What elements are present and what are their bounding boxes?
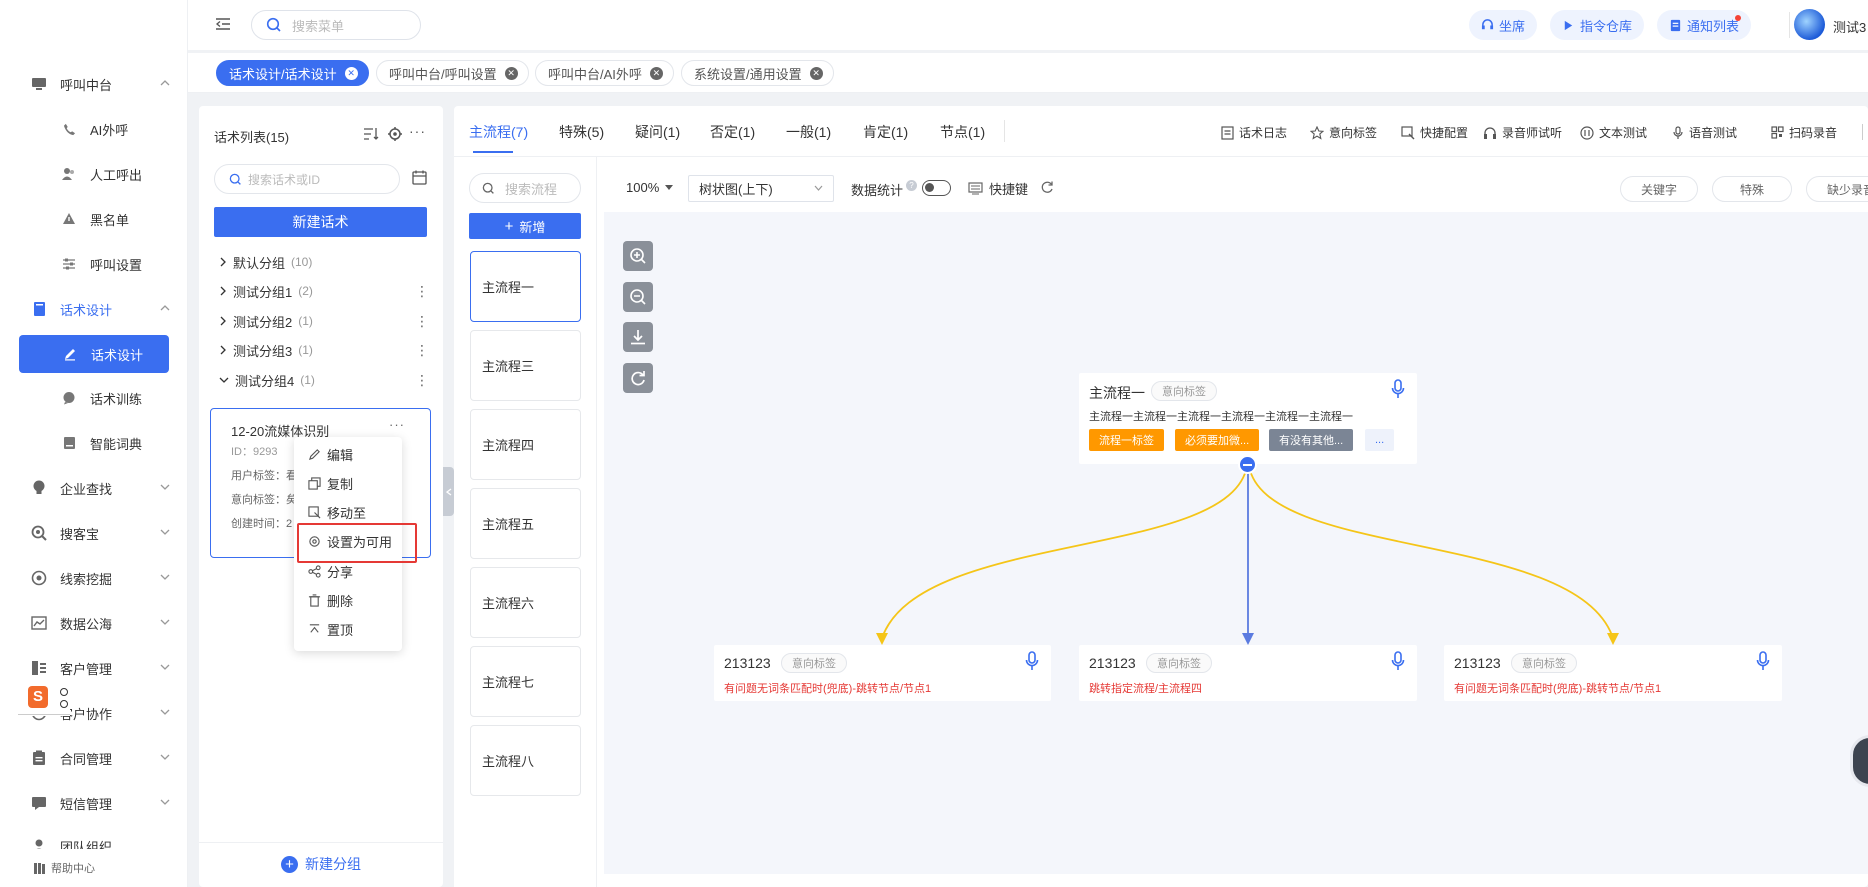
- label-chip: 流程一标签: [1089, 429, 1164, 451]
- minus-icon: [1243, 463, 1252, 466]
- arrow-head: [876, 633, 888, 645]
- flow-edges: [876, 465, 1619, 645]
- child-node[interactable]: 213123 意向标签 有问题无词条匹配时(兜底)-跳转节点/节点1: [1444, 645, 1782, 701]
- more-chip[interactable]: ...: [1365, 429, 1395, 451]
- microphone-icon[interactable]: [1756, 651, 1770, 671]
- intent-tag[interactable]: 意向标签: [781, 653, 847, 673]
- root-node[interactable]: 主流程一 意向标签 主流程一主流程一主流程一主流程一主流程一主流程一 流程一标签…: [1079, 373, 1417, 464]
- microphone-icon[interactable]: [1025, 651, 1039, 671]
- node-title: 主流程一: [1089, 385, 1145, 401]
- node-desc: 有问题无词条匹配时(兜底)-跳转节点/节点1: [1454, 683, 1662, 695]
- microphone-icon[interactable]: [1391, 651, 1405, 671]
- intent-tag[interactable]: 意向标签: [1151, 381, 1217, 401]
- intent-tag[interactable]: 意向标签: [1511, 653, 1577, 673]
- node-title: 213123: [724, 655, 771, 671]
- child-node[interactable]: 213123 意向标签 跳转指定流程/主流程四: [1079, 645, 1417, 701]
- collapse-node-button[interactable]: [1238, 455, 1257, 474]
- node-desc: 有问题无词条匹配时(兜底)-跳转节点/节点1: [724, 683, 932, 695]
- arrow-head: [1242, 633, 1254, 645]
- intent-tag[interactable]: 意向标签: [1146, 653, 1212, 673]
- label-chip: 有没有其他...: [1269, 429, 1354, 451]
- arrow-head: [1607, 633, 1619, 645]
- label-chip: 必须要加微...: [1175, 429, 1260, 451]
- node-desc: 跳转指定流程/主流程四: [1089, 683, 1203, 695]
- edge-left: [881, 465, 1248, 639]
- microphone-icon[interactable]: [1391, 379, 1405, 399]
- child-node[interactable]: 213123 意向标签 有问题无词条匹配时(兜底)-跳转节点/节点1: [714, 645, 1051, 701]
- node-content: 主流程一主流程一主流程一主流程一主流程一主流程一: [1089, 411, 1353, 423]
- node-title: 213123: [1454, 655, 1501, 671]
- edge-right: [1248, 465, 1614, 639]
- node-title: 213123: [1089, 655, 1136, 671]
